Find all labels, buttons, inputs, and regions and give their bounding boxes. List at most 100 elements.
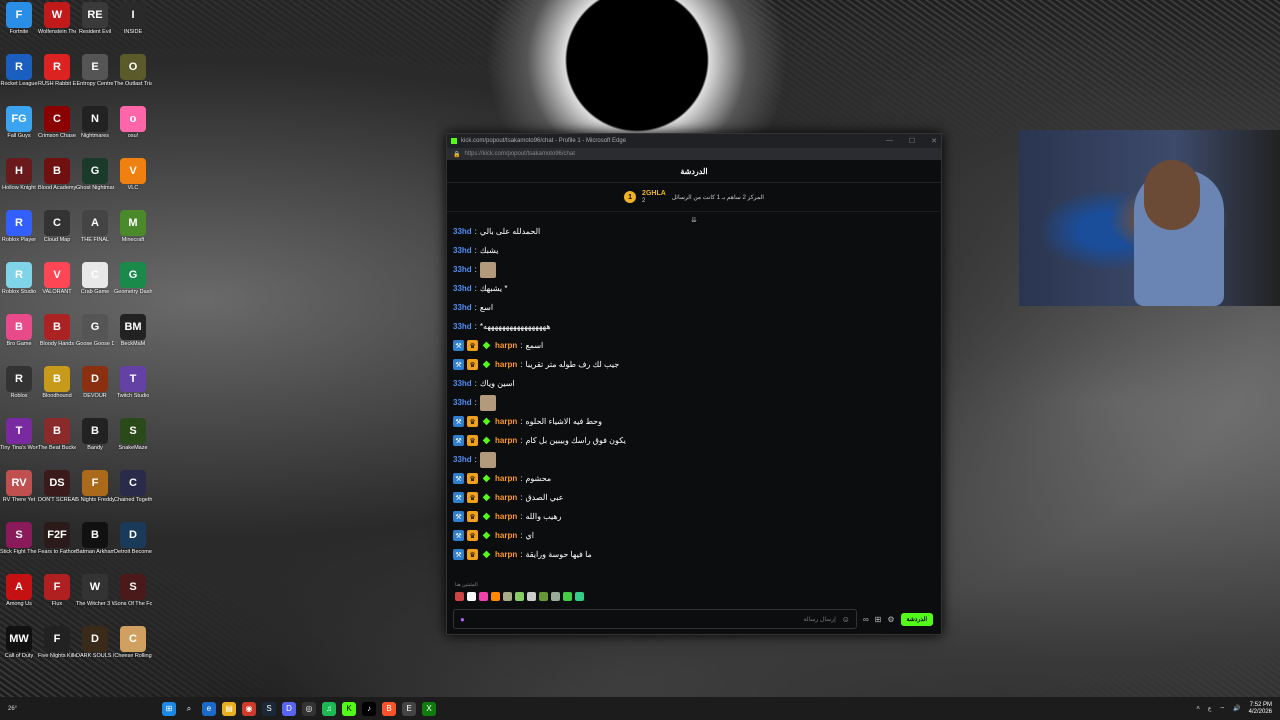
desktop-icon[interactable]: BM BeckMaM (114, 314, 152, 366)
emoji-icon[interactable]: ☺ (842, 615, 850, 624)
clock[interactable]: 7:52 PM 4/2/2026 (1249, 702, 1272, 716)
chat-username[interactable]: 33hd (453, 455, 472, 464)
desktop-icon[interactable]: B Batman Arkham (76, 522, 114, 574)
desktop-icon[interactable]: N Nightmares (76, 106, 114, 158)
desktop-icon[interactable]: V VALORANT (38, 262, 76, 314)
desktop-icon[interactable]: F Five Nights Killer (38, 626, 76, 678)
desktop-icon[interactable]: B Bandy (76, 418, 114, 470)
pinned-gifter[interactable]: 1 2GHLA 2 المركز 2 ساهم بـ 1 كانت من الر… (447, 183, 941, 212)
chat-username[interactable]: harpn (495, 436, 517, 445)
chat-username[interactable]: 33hd (453, 303, 472, 312)
volume-icon[interactable]: 🔊 (1233, 705, 1240, 712)
chat-username[interactable]: harpn (495, 493, 517, 502)
chrome-icon[interactable]: ◉ (242, 701, 256, 716)
xbox-icon[interactable]: X (422, 701, 436, 716)
chat-username[interactable]: 33hd (453, 322, 472, 331)
desktop-icon[interactable]: SSons Of The Forest (114, 574, 152, 626)
chat-username[interactable]: harpn (495, 341, 517, 350)
minimize-icon[interactable]: — (886, 137, 893, 145)
desktop-icon[interactable]: B Bloody Hands (38, 314, 76, 366)
desktop-icon[interactable]: A Among Us (0, 574, 38, 626)
tray-chevron-icon[interactable]: ˄ (1196, 706, 1200, 712)
desktop-icon[interactable]: C Crimson Chase (38, 106, 76, 158)
chat-username[interactable]: 33hd (453, 265, 472, 274)
emote-icon[interactable] (539, 592, 548, 601)
chat-username[interactable]: harpn (495, 474, 517, 483)
desktop-icon[interactable]: F2F Fears to Fathom (38, 522, 76, 574)
address-bar[interactable]: 🔒 https://kick.com/popout/tsakamoto96/ch… (447, 148, 941, 160)
desktop-icon[interactable]: R Rocket League (0, 54, 38, 106)
desktop-icon[interactable]: B Bro Game (0, 314, 38, 366)
desktop-icon[interactable]: D Detroit Become (114, 522, 152, 574)
desktop-icon[interactable]: WWolfenstein The New (38, 2, 76, 54)
desktop-icon[interactable]: I INSIDE (114, 2, 152, 54)
epic-icon[interactable]: E (402, 701, 416, 716)
chat-username[interactable]: harpn (495, 531, 517, 540)
desktop-icon[interactable]: G Geometry Dash (114, 262, 152, 314)
brave-icon[interactable]: B (382, 701, 396, 716)
desktop-icon[interactable]: OThe Outlast Trials (114, 54, 152, 106)
desktop-icon[interactable]: C Cloud Map (38, 210, 76, 262)
emote-icon[interactable] (491, 592, 500, 601)
desktop-icon[interactable]: DS DON'T SCREAM (38, 470, 76, 522)
users-icon[interactable]: ∞ (863, 615, 869, 624)
desktop-icon[interactable]: R Roblox Studio (0, 262, 38, 314)
desktop-icon[interactable]: T Twitch Studio (114, 366, 152, 418)
desktop-icon[interactable]: R Roblox (0, 366, 38, 418)
desktop-icon[interactable]: TTiny Tina's Wonderlands (0, 418, 38, 470)
emote-icon[interactable] (515, 592, 524, 601)
desktop-icon[interactable]: R Roblox Player (0, 210, 38, 262)
desktop-icon[interactable]: C Crab Game (76, 262, 114, 314)
steam-icon[interactable]: S (262, 701, 276, 716)
wifi-icon[interactable]: ⌔ (1220, 705, 1226, 713)
desktop-icon[interactable]: E Entropy Centre (76, 54, 114, 106)
chat-input[interactable]: ● إرسال رسالة ☺ (453, 609, 857, 629)
desktop-icon[interactable]: B Blood Academy (38, 158, 76, 210)
chat-username[interactable]: 33hd (453, 379, 472, 388)
close-icon[interactable]: ✕ (931, 137, 937, 145)
chat-username[interactable]: harpn (495, 417, 517, 426)
settings-icon[interactable]: ⚙ (887, 615, 894, 624)
edge-icon[interactable]: e (202, 701, 216, 716)
chat-username[interactable]: 33hd (453, 227, 472, 236)
start-icon[interactable]: ⊞ (162, 701, 176, 716)
language-indicator[interactable]: ع (1208, 705, 1212, 712)
chat-username[interactable]: harpn (495, 550, 517, 559)
desktop-icon[interactable]: H Hollow Knight (0, 158, 38, 210)
desktop-icon[interactable]: RRUSH Rabbit Exploration (38, 54, 76, 106)
chat-username[interactable]: harpn (495, 360, 517, 369)
emote-icon[interactable] (455, 592, 464, 601)
emote-icon[interactable] (527, 592, 536, 601)
kick-taskbar-icon[interactable]: K (342, 701, 356, 716)
desktop-icon[interactable]: B Bloodhound (38, 366, 76, 418)
discord-icon[interactable]: D (282, 701, 296, 716)
send-button[interactable]: الدردشة (900, 612, 933, 626)
desktop-icon[interactable]: MW Call of Duty (0, 626, 38, 678)
desktop-icon[interactable]: WThe Witcher 3 Wild Hunt (76, 574, 114, 626)
desktop-icon[interactable]: G Ghost Nightmare (76, 158, 114, 210)
desktop-icon[interactable]: S SnakeMaze (114, 418, 152, 470)
tiktok-icon[interactable]: ♪ (362, 701, 376, 716)
chat-username[interactable]: harpn (495, 512, 517, 521)
desktop-icon[interactable]: B The Beat Bucket (38, 418, 76, 470)
desktop-icon[interactable]: GGoose Goose Duck (76, 314, 114, 366)
desktop-icon[interactable]: D DARK SOULS III (76, 626, 114, 678)
desktop-icon[interactable]: F Flux (38, 574, 76, 626)
emote-icon[interactable] (467, 592, 476, 601)
gift-icon[interactable]: ⊞ (875, 615, 882, 624)
obs-icon[interactable]: ◎ (302, 701, 316, 716)
emote-icon[interactable] (563, 592, 572, 601)
desktop-icon[interactable]: CChained Together (114, 470, 152, 522)
desktop-icon[interactable]: SStick Fight The Game (0, 522, 38, 574)
emote-icon[interactable] (575, 592, 584, 601)
desktop-icon[interactable]: V VLC (114, 158, 152, 210)
desktop-icon[interactable]: RV RV There Yet (0, 470, 38, 522)
desktop-icon[interactable]: F Fortnite (0, 2, 38, 54)
chat-username[interactable]: 33hd (453, 246, 472, 255)
desktop-icon[interactable]: RE Resident Evil (76, 2, 114, 54)
emote-icon[interactable] (479, 592, 488, 601)
files-icon[interactable]: ▤ (222, 701, 236, 716)
mic-icon[interactable]: ● (460, 615, 465, 624)
desktop-icon[interactable]: D DEVOUR (76, 366, 114, 418)
desktop-icon[interactable]: o osu! (114, 106, 152, 158)
